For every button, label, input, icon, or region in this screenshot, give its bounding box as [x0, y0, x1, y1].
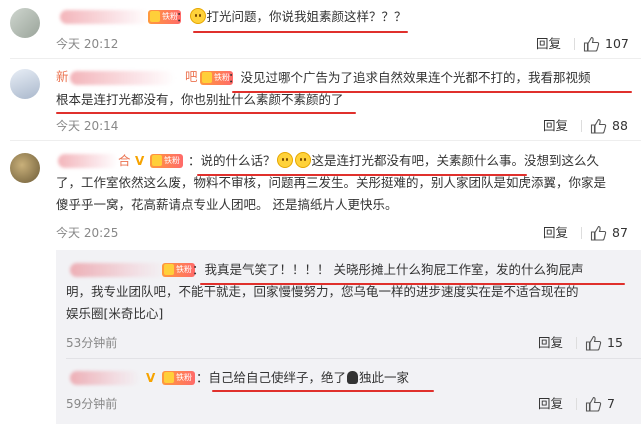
timestamp: 今天 20:12	[56, 37, 119, 51]
like-button[interactable]: 87	[590, 225, 635, 241]
crown-icon	[152, 155, 162, 166]
like-button[interactable]: 7	[585, 396, 625, 412]
comment-text-line-3: 傻乎乎一窝，花高薪请点专业人团吧。 还是搞纸片人更快乐。	[56, 197, 398, 212]
reply-button[interactable]: 回复	[538, 336, 563, 350]
reply-button[interactable]: 回复	[536, 37, 561, 51]
crown-icon	[164, 264, 174, 275]
smile-emoji-icon	[189, 8, 206, 24]
hand-emoji-icon	[347, 371, 359, 384]
red-underline	[200, 283, 625, 285]
reply-button[interactable]: 回复	[538, 397, 563, 411]
vip-badge[interactable]: V	[146, 371, 155, 385]
avatar[interactable]	[10, 8, 40, 38]
username-blurred[interactable]	[70, 71, 175, 85]
username-blurred[interactable]	[60, 10, 150, 24]
thumbs-up-icon	[585, 335, 602, 351]
reply-button[interactable]: 回复	[543, 226, 568, 240]
username-suffix[interactable]: 合	[118, 150, 131, 172]
thumbs-up-icon	[590, 225, 607, 241]
avatar[interactable]	[10, 153, 40, 183]
divider	[581, 227, 582, 239]
red-underline	[56, 112, 356, 114]
nested-reply-1: 铁粉 ：我真是气笑了！！！！ 关晓彤摊上什么狗屁工作室，发的什么狗屁声 明，我专…	[0, 250, 641, 358]
crown-icon	[150, 11, 160, 22]
timestamp: 53分钟前	[66, 336, 118, 350]
nested-reply-2: V 铁粉 ：自己给自己使绊子，绝了 独此一家 59分钟前 回复 7	[0, 359, 641, 424]
like-button[interactable]: 107	[583, 36, 633, 52]
fan-badge[interactable]: 铁粉	[162, 263, 195, 277]
comment-2: 新 吧 铁粉 ：没见过哪个广告为了追求自然效果连个光都不打的，我看那视频 根本是…	[0, 59, 641, 139]
red-underline	[197, 174, 527, 176]
fan-badge[interactable]: 铁粉	[162, 371, 195, 385]
red-underline	[212, 390, 434, 392]
like-button[interactable]: 15	[585, 335, 630, 351]
username-blurred[interactable]	[58, 154, 118, 168]
red-underline	[232, 91, 632, 93]
avatar[interactable]	[10, 69, 40, 99]
comment-3: 合 V 铁粉 ：说的什么话？ 这是连打光都没有吧，关素颜什么事。没想到这么久 了，…	[0, 141, 641, 246]
timestamp: 59分钟前	[66, 397, 118, 411]
divider	[581, 120, 582, 132]
red-underline	[193, 31, 408, 33]
reply-text-line-3: 娱乐圈[米奇比心]	[66, 306, 164, 321]
thumbs-up-icon	[590, 118, 607, 134]
comment-text-line-1: ：说的什么话？ 这是连打光都没有吧，关素颜什么事。没想到这么久	[188, 152, 600, 168]
reply-text: ：自己给自己使绊子，绝了 独此一家	[196, 370, 410, 385]
username-blurred[interactable]	[70, 371, 140, 385]
smile-emoji-icon	[276, 152, 293, 168]
username-blurred[interactable]	[70, 263, 165, 277]
like-button[interactable]: 88	[590, 118, 635, 134]
comment-text: ：打光问题，你说我姐素颜这样？？？	[176, 8, 407, 24]
vip-badge[interactable]: V	[135, 154, 144, 168]
fan-badge[interactable]: 铁粉	[150, 154, 183, 168]
smile-emoji-icon	[294, 152, 311, 168]
comment-text-line-1: ：没见过哪个广告为了追求自然效果连个光都不打的，我看那视频	[228, 70, 591, 85]
divider	[576, 337, 577, 349]
comment-1: 铁粉 ：打光问题，你说我姐素颜这样？？？ 今天 20:12 回复 107	[0, 0, 641, 58]
thumbs-up-icon	[585, 396, 602, 412]
crown-icon	[202, 72, 212, 83]
reply-button[interactable]: 回复	[543, 119, 568, 133]
timestamp: 今天 20:14	[56, 119, 119, 133]
thumbs-up-icon	[583, 36, 600, 52]
divider	[574, 38, 575, 50]
username-prefix[interactable]: 新	[56, 66, 69, 88]
crown-icon	[164, 372, 174, 383]
reply-text-line-1: ：我真是气笑了！！！！ 关晓彤摊上什么狗屁工作室，发的什么狗屁声	[192, 262, 584, 277]
timestamp: 今天 20:25	[56, 226, 119, 240]
divider	[576, 398, 577, 410]
username-suffix[interactable]: 吧	[185, 66, 198, 88]
